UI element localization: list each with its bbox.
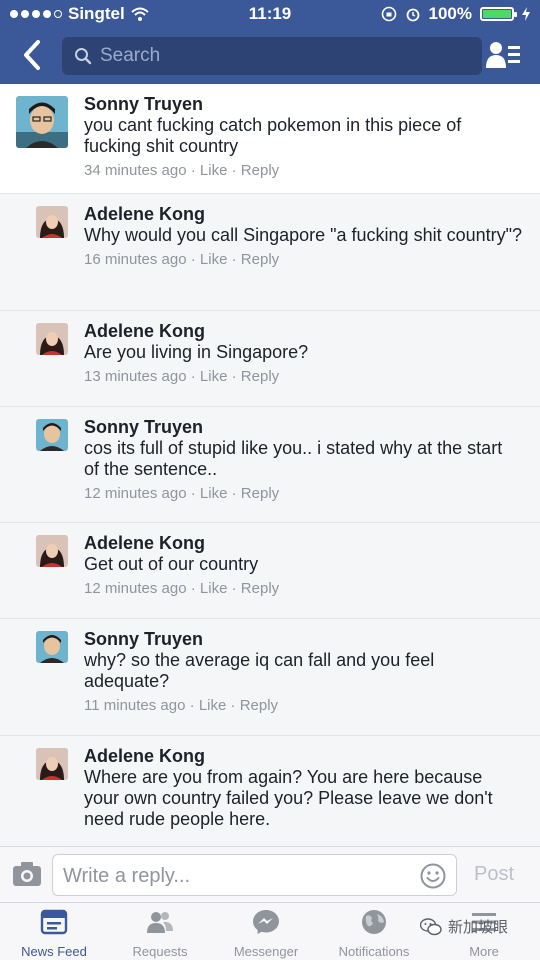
comment-meta: 16 minutes ago · Like · Reply — [84, 251, 280, 268]
comment-reply: Adelene Kong Where are you from again? Y… — [0, 736, 540, 846]
tab-notifications[interactable]: Notifications — [320, 909, 428, 959]
back-button[interactable] — [18, 38, 48, 72]
like-link[interactable]: Like — [200, 251, 228, 268]
like-link[interactable]: Like — [200, 580, 228, 597]
smiley-icon — [420, 863, 446, 889]
tab-news-feed[interactable]: News Feed — [0, 909, 108, 959]
like-link[interactable]: Like — [200, 368, 228, 385]
comment-author[interactable]: Adelene Kong — [84, 203, 522, 225]
reply-input[interactable] — [63, 863, 413, 889]
watermark: 新加坡眼 — [420, 916, 508, 937]
rotation-lock-icon — [381, 6, 396, 22]
comment: Sonny Truyen you cant fucking catch poke… — [0, 84, 540, 194]
like-link[interactable]: Like — [200, 162, 228, 179]
comment-timestamp: 12 minutes ago — [84, 485, 187, 502]
reply-link[interactable]: Reply — [240, 697, 278, 714]
comment-timestamp: 13 minutes ago — [84, 368, 187, 385]
reply-link[interactable]: Reply — [241, 162, 279, 179]
status-bar: Singtel 11:19 100% — [0, 0, 540, 28]
comment-reply: Adelene Kong Get out of our country 12 m… — [0, 523, 540, 619]
reply-link[interactable]: Reply — [241, 368, 279, 385]
comment-text: cos its full of stupid like you.. i stat… — [84, 438, 503, 479]
comment-author[interactable]: Sonny Truyen — [84, 628, 522, 650]
comment-meta: 34 minutes ago · Like · Reply — [84, 162, 280, 179]
tab-messenger[interactable]: Messenger — [212, 909, 320, 959]
friend-list-button[interactable] — [486, 40, 522, 70]
battery-percent: 100% — [428, 4, 472, 23]
reply-link[interactable]: Reply — [241, 485, 279, 502]
tab-label: Notifications — [338, 944, 410, 959]
comment-text: Are you living in Singapore? — [84, 342, 309, 362]
wechat-logo-icon — [420, 917, 442, 935]
comment-author[interactable]: Adelene Kong — [84, 532, 522, 554]
battery-icon — [480, 7, 517, 21]
post-button[interactable]: Post — [474, 863, 514, 886]
alarm-icon — [406, 8, 419, 22]
chevron-left-icon — [24, 40, 40, 70]
comment-text: Why would you call Singapore "a fucking … — [84, 225, 523, 245]
comment-meta: 12 minutes ago · Like · Reply — [84, 485, 280, 502]
friend-requests-icon — [147, 912, 173, 933]
top-bar: Singtel 11:19 100% — [0, 0, 540, 84]
comment-text: Get out of our country — [84, 554, 259, 574]
comment-timestamp: 34 minutes ago — [84, 162, 187, 179]
navigation-bar — [0, 30, 540, 80]
sticker-button[interactable] — [420, 863, 446, 889]
comment-meta: 13 minutes ago · Like · Reply — [84, 368, 280, 385]
reply-field[interactable] — [52, 854, 457, 896]
comment-reply: Adelene Kong Are you living in Singapore… — [0, 311, 540, 407]
comment-author[interactable]: Sonny Truyen — [84, 416, 522, 438]
avatar[interactable] — [36, 748, 68, 780]
comment-meta: 12 minutes ago · Like · Reply — [84, 580, 280, 597]
tab-requests[interactable]: Requests — [106, 909, 214, 959]
reply-link[interactable]: Reply — [241, 580, 279, 597]
tab-label: More — [469, 944, 499, 959]
comment-author[interactable]: Sonny Truyen — [84, 93, 522, 115]
comment-timestamp: 12 minutes ago — [84, 580, 187, 597]
comment-author[interactable]: Adelene Kong — [84, 320, 522, 342]
camera-icon — [13, 862, 41, 886]
comment-timestamp: 16 minutes ago — [84, 251, 187, 268]
like-link[interactable]: Like — [200, 485, 228, 502]
reply-composer: Post — [0, 846, 540, 902]
avatar[interactable] — [36, 323, 68, 355]
tab-label: News Feed — [21, 944, 87, 959]
avatar[interactable] — [36, 535, 68, 567]
avatar[interactable] — [36, 206, 68, 238]
search-input[interactable] — [100, 45, 460, 67]
comment-meta: 11 minutes ago · Like · Reply — [84, 697, 279, 714]
comment-text: Where are you from again? You are here b… — [84, 767, 493, 829]
comment-timestamp: 11 minutes ago — [84, 697, 186, 714]
comment-thread: Sonny Truyen you cant fucking catch poke… — [0, 84, 540, 846]
tab-label: Messenger — [233, 944, 299, 959]
comment-reply: Adelene Kong Why would you call Singapor… — [0, 194, 540, 311]
globe-icon — [362, 910, 386, 934]
comment-author[interactable]: Adelene Kong — [84, 745, 522, 767]
like-link[interactable]: Like — [199, 697, 227, 714]
charging-icon — [522, 7, 530, 21]
friends-list-icon — [486, 42, 520, 68]
messenger-icon — [253, 910, 279, 934]
camera-button[interactable] — [12, 861, 42, 887]
watermark-text: 新加坡眼 — [448, 919, 509, 936]
avatar[interactable] — [16, 96, 68, 148]
search-bar[interactable] — [62, 37, 482, 75]
comment-text: why? so the average iq can fall and you … — [84, 650, 435, 691]
tab-label: Requests — [132, 944, 188, 959]
avatar[interactable] — [36, 419, 68, 451]
reply-link[interactable]: Reply — [241, 251, 279, 268]
comment-reply: Sonny Truyen cos its full of stupid like… — [0, 407, 540, 523]
comment-reply: Sonny Truyen why? so the average iq can … — [0, 619, 540, 736]
news-feed-icon — [40, 909, 68, 935]
avatar[interactable] — [36, 631, 68, 663]
search-icon — [75, 48, 92, 65]
comment-text: you cant fucking catch pokemon in this p… — [84, 115, 462, 156]
